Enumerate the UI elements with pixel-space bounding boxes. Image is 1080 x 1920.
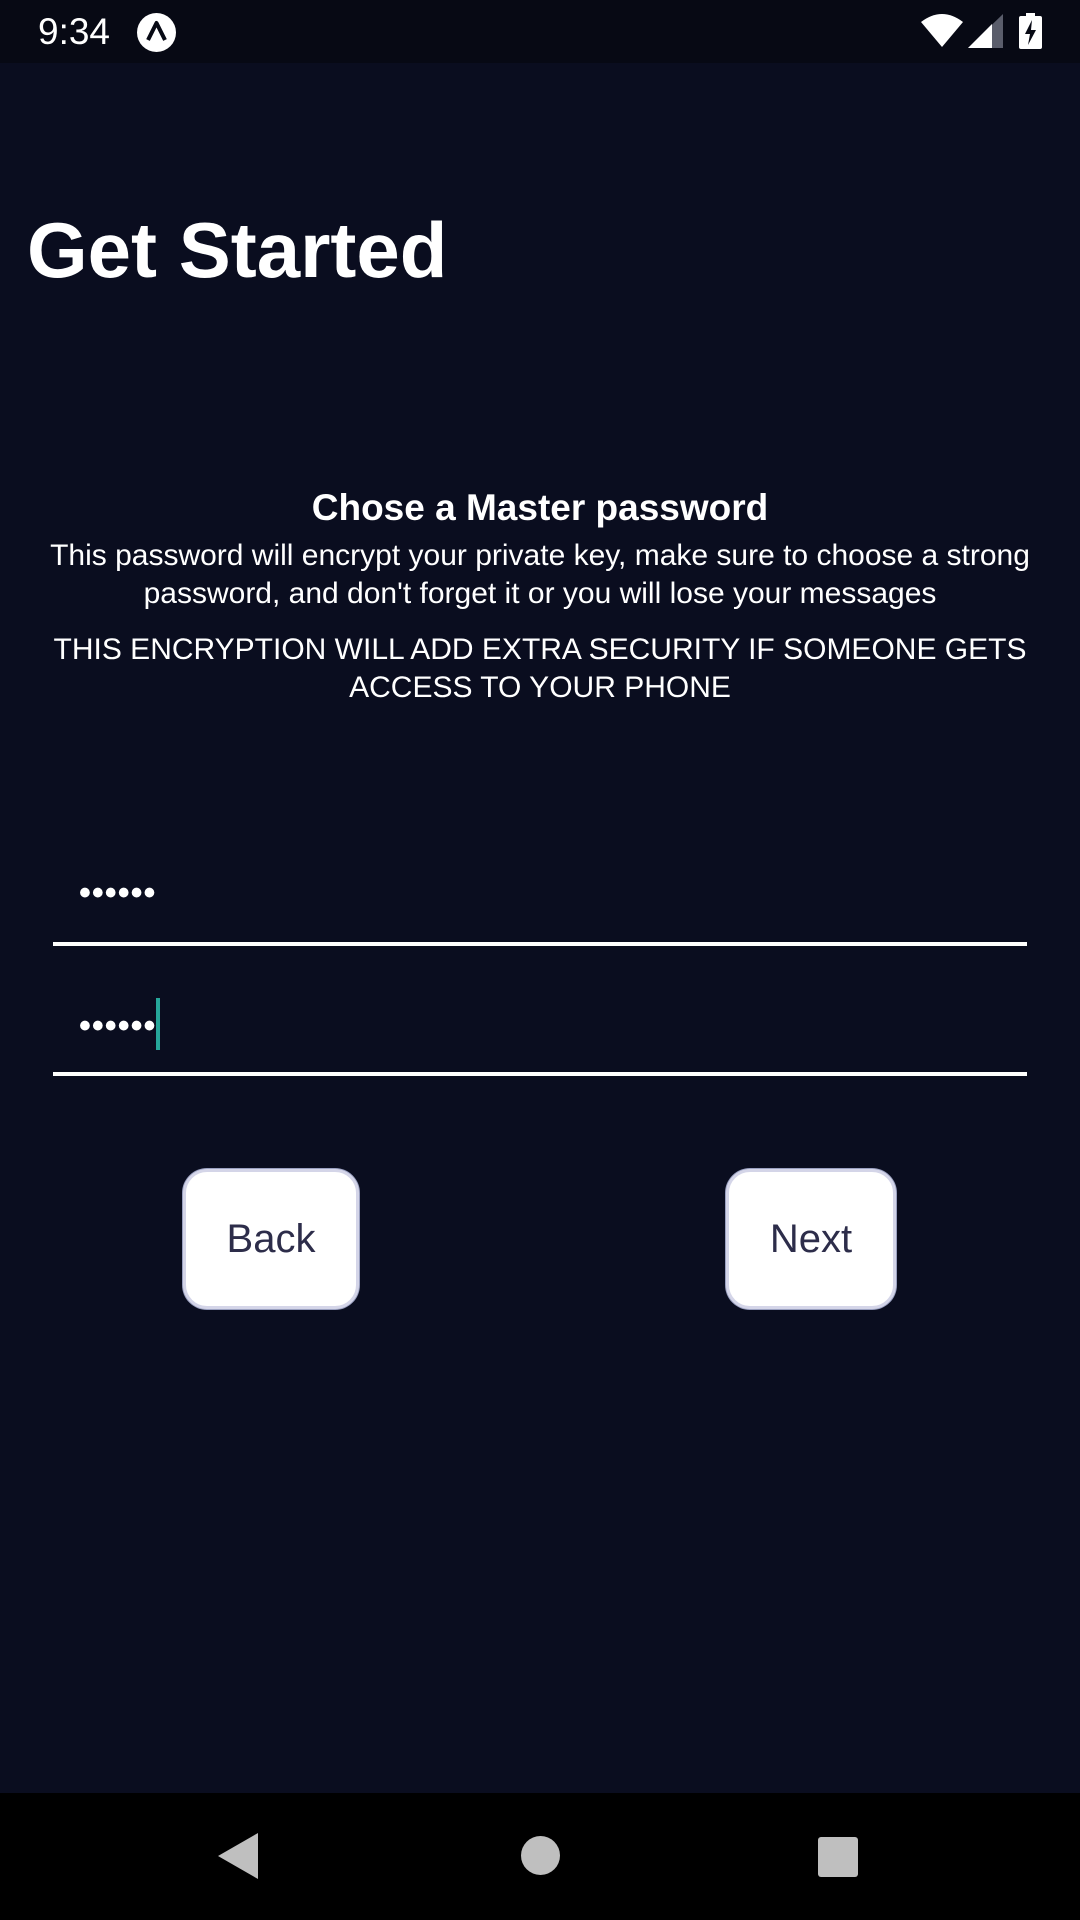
battery-charging-icon [1019,13,1042,49]
text-cursor [156,998,161,1050]
app-notification-icon [137,13,176,52]
password-input-value: •••••• [79,874,157,912]
master-password-heading: Chose a Master password [311,487,769,528]
nav-home-icon[interactable] [521,1836,560,1875]
nav-back-icon[interactable] [218,1833,258,1879]
app-screen: 9:34 Get Started Chose a Master password… [0,0,1080,1920]
confirm-password-input[interactable]: •••••• [53,976,1027,1076]
confirm-password-masked-text: •••••• [79,1006,157,1045]
navigation-bar [0,1793,1080,1920]
status-time: 9:34 [38,11,111,52]
page-title: Get Started [27,206,448,294]
master-password-description: This password will encrypt your private … [50,539,1030,610]
wifi-icon [921,14,963,47]
confirm-password-input-value: •••••• [79,998,161,1054]
status-bar: 9:34 [0,0,1080,63]
security-notice: THIS ENCRYPTION WILL ADD EXTRA SECURITY … [53,633,1027,704]
cell-signal-icon [968,14,1003,48]
back-button[interactable]: Back [183,1169,359,1309]
password-input[interactable]: •••••• [53,846,1027,946]
next-button[interactable]: Next [726,1169,896,1309]
nav-recents-icon[interactable] [818,1837,858,1877]
